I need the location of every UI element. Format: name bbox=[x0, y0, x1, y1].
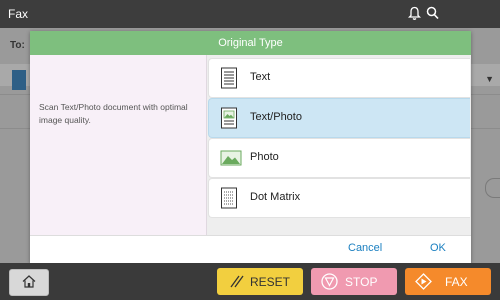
option-label: Photo bbox=[250, 151, 279, 163]
start-icon bbox=[415, 273, 432, 290]
home-button[interactable] bbox=[9, 269, 49, 296]
reset-icon bbox=[230, 275, 244, 288]
reset-button[interactable]: RESET bbox=[217, 268, 303, 295]
option-label: Dot Matrix bbox=[250, 191, 301, 203]
option-text[interactable]: Text bbox=[208, 58, 470, 98]
dot-matrix-document-icon bbox=[220, 187, 238, 214]
text-photo-document-icon bbox=[220, 107, 238, 134]
dialog-footer: Cancel OK bbox=[30, 235, 471, 264]
stop-button[interactable]: STOP bbox=[311, 268, 397, 295]
option-photo[interactable]: Photo bbox=[208, 138, 470, 178]
bell-icon[interactable] bbox=[407, 6, 422, 26]
description-panel: Scan Text/Photo document with optimal im… bbox=[30, 55, 207, 235]
photo-icon bbox=[220, 150, 242, 171]
title-bar: Fax bbox=[0, 0, 500, 28]
option-dot-matrix[interactable]: Dot Matrix bbox=[208, 178, 470, 218]
option-label: Text/Photo bbox=[250, 111, 302, 123]
description-text: Scan Text/Photo document with optimal im… bbox=[39, 102, 188, 125]
search-icon[interactable] bbox=[426, 6, 439, 25]
toggle-switch bbox=[485, 178, 500, 198]
fax-label: FAX bbox=[445, 275, 468, 289]
dropdown-caret-icon: ▼ bbox=[485, 74, 494, 84]
cancel-button[interactable]: Cancel bbox=[348, 242, 382, 254]
text-document-icon bbox=[220, 67, 238, 94]
fax-button[interactable]: FAX bbox=[405, 268, 491, 295]
option-label: Text bbox=[250, 71, 271, 83]
stop-icon bbox=[321, 273, 338, 290]
option-list: Text Text/Photo Photo Dot Matrix bbox=[207, 55, 471, 235]
original-type-dialog: Original Type Scan Text/Photo document w… bbox=[30, 31, 471, 264]
dialog-title: Original Type bbox=[30, 31, 471, 55]
stop-label: STOP bbox=[345, 275, 378, 289]
to-label: To: bbox=[10, 40, 25, 51]
home-icon bbox=[22, 275, 36, 288]
option-text-photo[interactable]: Text/Photo bbox=[208, 98, 470, 138]
bottom-bar: RESET STOP FAX bbox=[0, 263, 500, 300]
reset-label: RESET bbox=[250, 275, 291, 289]
app-title: Fax bbox=[8, 7, 29, 21]
recipient-marker bbox=[12, 70, 26, 90]
ok-button[interactable]: OK bbox=[430, 242, 446, 254]
